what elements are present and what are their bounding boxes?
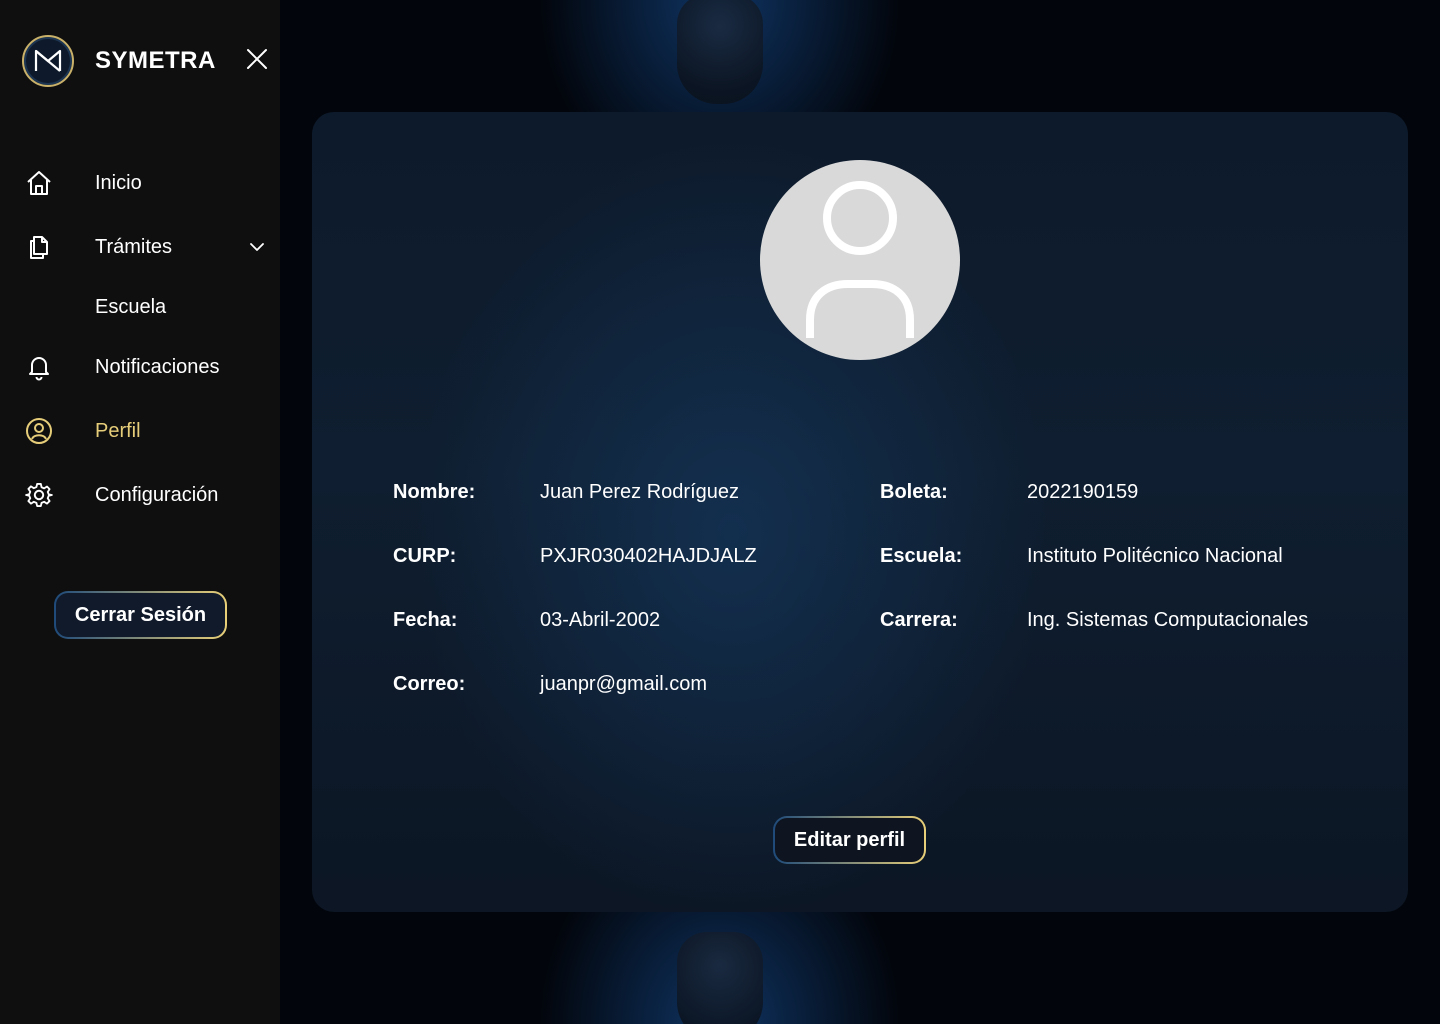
brand-name: SYMETRA bbox=[95, 47, 216, 74]
user-circle-icon bbox=[24, 416, 54, 446]
sidebar-item-configuracion[interactable]: Configuración bbox=[24, 475, 274, 515]
symetra-logo-icon bbox=[22, 35, 74, 87]
correo-value: juanpr@gmail.com bbox=[540, 673, 708, 695]
boleta-label: Boleta: bbox=[880, 481, 948, 503]
nombre-label: Nombre: bbox=[393, 481, 476, 503]
logout-button[interactable]: Cerrar Sesión bbox=[54, 591, 227, 639]
boleta-value: 2022190159 bbox=[1027, 481, 1139, 503]
carrera-label: Carrera: bbox=[880, 609, 958, 631]
sidebar-item-notificaciones[interactable]: Notificaciones bbox=[24, 347, 274, 387]
sidebar-item-label: Perfil bbox=[95, 419, 141, 442]
chevron-down-icon[interactable] bbox=[246, 236, 268, 258]
sidebar-item-label: Configuración bbox=[95, 483, 219, 506]
app-root: SYMETRA Inicio Trámites Escuela Notifica… bbox=[0, 0, 1440, 1024]
gear-icon bbox=[24, 480, 54, 510]
curp-label: CURP: bbox=[393, 545, 457, 567]
sidebar-item-tramites[interactable]: Trámites bbox=[24, 227, 274, 267]
edit-profile-button[interactable]: Editar perfil bbox=[773, 816, 926, 864]
nombre-value: Juan Perez Rodríguez bbox=[540, 481, 740, 503]
fecha-value: 03-Abril-2002 bbox=[540, 609, 661, 631]
correo-label: Correo: bbox=[393, 673, 466, 695]
documents-icon bbox=[24, 232, 54, 262]
bell-icon bbox=[24, 352, 54, 382]
home-icon bbox=[24, 168, 54, 198]
sidebar-item-label: Inicio bbox=[95, 171, 142, 194]
carrera-value: Ing. Sistemas Computacionales bbox=[1027, 609, 1309, 631]
decorative-figure-top bbox=[677, 0, 763, 104]
sidebar-item-label: Trámites bbox=[95, 235, 173, 258]
close-icon bbox=[247, 49, 267, 69]
user-placeholder-icon bbox=[806, 181, 914, 338]
sidebar-item-label: Notificaciones bbox=[95, 355, 220, 378]
avatar bbox=[760, 160, 960, 360]
sidebar-subitem-escuela[interactable]: Escuela bbox=[95, 289, 166, 325]
brand: SYMETRA bbox=[22, 34, 216, 88]
close-sidebar-button[interactable] bbox=[244, 46, 270, 72]
sidebar-item-inicio[interactable]: Inicio bbox=[24, 163, 274, 203]
curp-value: PXJR030402HAJDJALZ bbox=[540, 545, 757, 567]
decorative-figure-bottom bbox=[677, 932, 763, 1024]
fecha-label: Fecha: bbox=[393, 609, 458, 631]
escuela-value: Instituto Politécnico Nacional bbox=[1027, 545, 1283, 567]
escuela-label: Escuela: bbox=[880, 545, 963, 567]
profile-card: Nombre: Juan Perez Rodríguez CURP: PXJR0… bbox=[312, 112, 1408, 912]
sidebar-item-perfil[interactable]: Perfil bbox=[24, 411, 274, 451]
sidebar: SYMETRA Inicio Trámites Escuela Notifica… bbox=[0, 0, 280, 1024]
